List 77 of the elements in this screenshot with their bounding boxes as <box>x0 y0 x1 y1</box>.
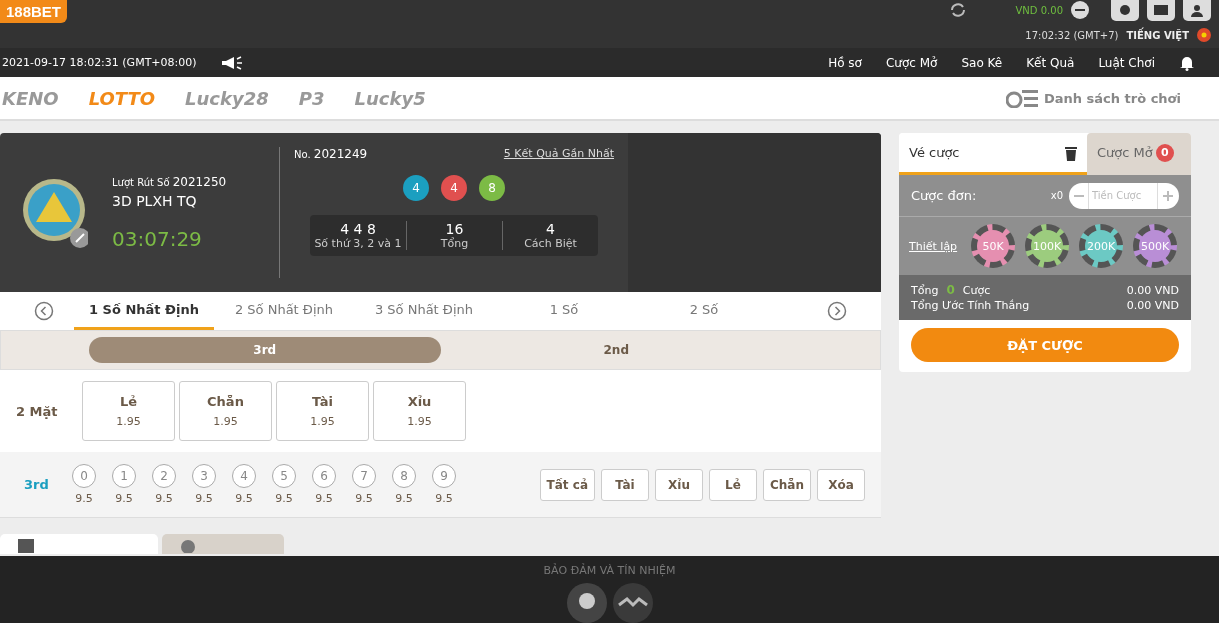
result-ball: 4 <box>403 175 429 201</box>
odds-option[interactable]: Xỉu 1.95 <box>373 381 466 441</box>
language-selector[interactable]: TIẾNG VIỆT <box>1126 29 1189 41</box>
game-name: 3D PLXH TQ <box>112 192 198 209</box>
next-icon[interactable] <box>827 301 847 321</box>
tab-label: Cược Mở 0 <box>1097 143 1174 162</box>
nav-link[interactable]: Sao Kê <box>961 55 1003 70</box>
tab-label: Vé cược <box>909 145 960 160</box>
stat-value: 4 4 8 <box>340 221 376 237</box>
quick-select-button[interactable]: Chẵn <box>763 468 811 501</box>
bet-type-tab[interactable]: 2 Số Nhất Định <box>214 292 354 330</box>
multiplier: x0 <box>1050 190 1063 201</box>
nav-link[interactable]: Kết Quả <box>1026 55 1075 70</box>
estimated-win-amount: 0.00 VND <box>1126 299 1179 312</box>
date-time: 2021-09-17 18:02:31 (GMT+08:00) <box>2 56 197 69</box>
single-bet-label: Cược đơn: <box>911 188 977 203</box>
round-number: Lượt Rút Số 2021250 <box>112 174 227 189</box>
footer-title: BẢO ĐẢM VÀ TÍN NHIỆM <box>543 564 676 577</box>
stat-label: Cách Biệt <box>524 237 577 250</box>
estimated-win-label: Tổng Ước Tính Thắng <box>911 299 1030 312</box>
result-ball: 4 <box>441 175 467 201</box>
result-ball: 8 <box>479 175 505 201</box>
user-icon <box>1190 3 1204 17</box>
total-suffix: Cược <box>962 283 991 297</box>
count-badge: 0 <box>1155 143 1174 162</box>
bell-icon[interactable] <box>1179 54 1195 71</box>
previous-draw-number: No. 2021249 <box>294 147 368 161</box>
quick-select-button[interactable]: Lẻ <box>709 468 757 501</box>
bet-type-tab[interactable]: 2 Số <box>634 292 774 330</box>
stat-label: Tổng <box>440 237 469 250</box>
stat-label: Số thứ 3, 2 và 1 <box>314 237 402 250</box>
megaphone-icon[interactable] <box>220 55 243 70</box>
total-amount: 0.00 VND <box>1126 283 1179 297</box>
grid-icon <box>18 539 34 553</box>
bet-type-tab[interactable]: 1 Số <box>494 292 634 330</box>
row-label: 2 Mặt <box>16 403 59 419</box>
row-label: 3rd <box>24 477 50 492</box>
settings-link[interactable]: Thiết lập <box>909 239 958 253</box>
lower-tab[interactable] <box>0 534 158 554</box>
quick-select-button[interactable]: Xỉu <box>655 468 703 501</box>
server-time: 17:02:32 (GMT+7) <box>1025 29 1119 41</box>
quick-select-button[interactable]: Xóa <box>817 468 865 501</box>
game-list-link[interactable]: Danh sách trò chơi <box>1005 88 1181 108</box>
plus-icon <box>1162 190 1173 201</box>
position-tab[interactable]: 3rd <box>89 337 441 363</box>
account-button[interactable] <box>1183 0 1211 21</box>
odds-option[interactable]: Lẻ 1.95 <box>82 381 175 441</box>
list-icon <box>1005 88 1038 108</box>
quick-select-button[interactable]: Tất cả <box>539 468 595 501</box>
odds-option[interactable]: Chẵn 1.95 <box>179 381 272 441</box>
slip-tab[interactable]: Cược Mở 0 <box>1087 133 1191 175</box>
bet-type-tab[interactable]: 3 Số Nhất Định <box>354 292 494 330</box>
quick-select-button[interactable]: Tài <box>601 468 649 501</box>
minus-icon[interactable] <box>1071 1 1089 19</box>
bet-count: 0 <box>946 283 955 297</box>
seal-icon <box>610 583 655 623</box>
previous-icon[interactable] <box>34 301 54 321</box>
recent-results-link[interactable]: 5 Kết Quả Gần Nhất <box>503 147 614 161</box>
trash-icon[interactable] <box>1065 144 1077 161</box>
logo: 188BET <box>0 0 68 23</box>
wallet-button[interactable] <box>1111 0 1139 21</box>
nav-link[interactable]: Hồ sơ <box>828 55 862 70</box>
minus-icon <box>1073 194 1084 197</box>
nav-link[interactable]: Cược Mở <box>885 55 938 70</box>
position-tab[interactable]: 2nd <box>440 337 792 363</box>
odds-option[interactable]: Tài 1.95 <box>276 381 369 441</box>
mail-button[interactable] <box>1147 0 1175 21</box>
balance: VND 0.00 <box>1015 4 1063 16</box>
slip-tab[interactable]: Vé cược <box>899 133 1087 175</box>
stat-value: 16 <box>445 221 464 237</box>
stake-field[interactable]: Tiền Cược <box>1069 182 1179 209</box>
total-label: Tổng <box>911 283 939 297</box>
nav-link[interactable]: Luật Chơi <box>1098 55 1155 70</box>
countdown: 03:07:29 <box>112 226 203 251</box>
game-logo-drawing <box>22 177 88 248</box>
flag-icon <box>1197 28 1211 42</box>
stat-value: 4 <box>546 221 555 237</box>
